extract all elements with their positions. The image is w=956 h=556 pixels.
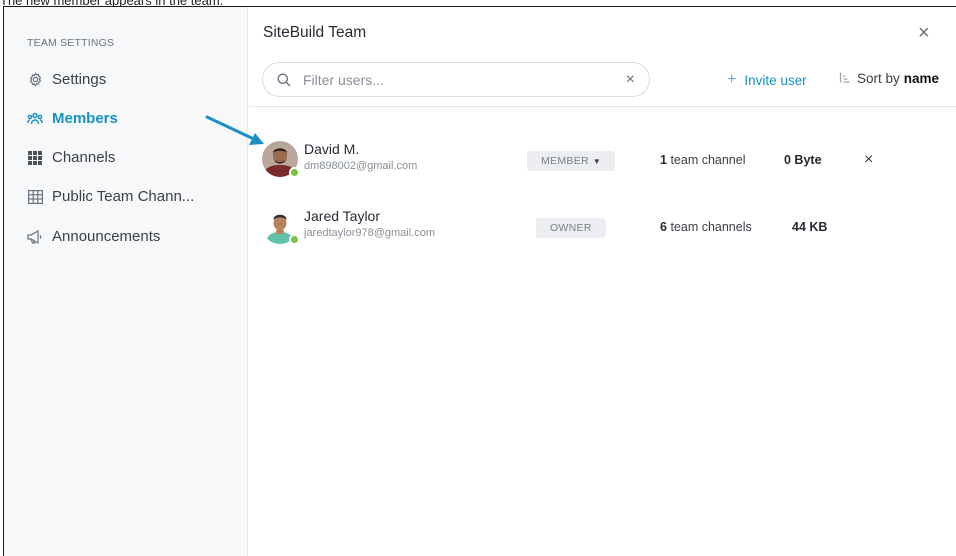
header-divider [249, 106, 956, 107]
sidebar-item-label: Settings [52, 71, 107, 88]
channel-count: 6 [660, 220, 667, 234]
gear-icon [27, 72, 43, 88]
member-channels: 1 team channel [660, 153, 746, 167]
filter-users-input[interactable] [303, 71, 603, 88]
sidebar-item-label: Public Team Chann... [52, 188, 195, 205]
sidebar: TEAM SETTINGS Settings Members Channels … [4, 7, 248, 556]
member-email: dm898002@gmail.com [304, 160, 418, 172]
online-status-icon [289, 167, 300, 178]
sidebar-item-public-team-channels[interactable]: Public Team Chann... [27, 188, 194, 205]
channel-label: team channel [670, 153, 746, 167]
plus-icon: + [727, 71, 737, 88]
remove-member-icon[interactable]: × [864, 151, 873, 169]
sort-field: name [903, 71, 940, 86]
caret-down-icon: ▼ [592, 156, 602, 166]
sidebar-item-label: Announcements [52, 228, 161, 245]
member-email: jaredtaylor978@gmail.com [304, 227, 436, 239]
sidebar-item-label: Members [52, 110, 118, 127]
search-icon [277, 73, 291, 86]
annotation-arrow-icon [205, 115, 264, 145]
member-channels: 6 team channels [660, 220, 752, 234]
clear-filter-icon[interactable]: × [626, 71, 635, 89]
invite-user-label: Invite user [744, 72, 807, 88]
close-icon[interactable]: × [918, 23, 930, 43]
member-row: Jared Taylor jaredtaylor978@gmail.com OW… [249, 208, 956, 252]
role-label: OWNER [550, 222, 592, 234]
avatar[interactable] [262, 208, 300, 245]
grid-icon [27, 150, 43, 166]
sort-prefix: Sort by [857, 71, 900, 86]
member-storage: 44 KB [792, 220, 828, 234]
role-badge: OWNER [536, 218, 606, 238]
page-title: SiteBuild Team [263, 24, 367, 41]
member-row: David M. dm898002@gmail.com MEMBER ▼ 1 t… [249, 141, 956, 185]
sort-icon [839, 72, 850, 86]
role-dropdown[interactable]: MEMBER ▼ [527, 151, 616, 171]
members-icon [27, 111, 43, 127]
invite-user-button[interactable]: + Invite user [727, 71, 807, 89]
sidebar-item-channels[interactable]: Channels [27, 149, 115, 166]
online-status-icon [289, 234, 300, 245]
sidebar-item-members[interactable]: Members [27, 110, 118, 127]
member-storage: 0 Byte [784, 153, 822, 167]
sidebar-item-label: Channels [52, 149, 116, 166]
sort-by-button[interactable]: Sort by name [839, 71, 939, 86]
filter-users-field: × [262, 62, 650, 97]
sidebar-heading: TEAM SETTINGS [27, 37, 115, 49]
megaphone-icon [27, 229, 43, 245]
sidebar-item-announcements[interactable]: Announcements [27, 228, 160, 245]
role-label: MEMBER [541, 155, 589, 167]
member-name: Jared Taylor [304, 208, 381, 224]
member-name: David M. [304, 141, 360, 157]
sidebar-item-settings[interactable]: Settings [27, 71, 106, 88]
main-panel: SiteBuild Team × × + Invite user Sort by… [249, 7, 956, 556]
table-icon [27, 189, 43, 205]
channel-count: 1 [660, 153, 667, 167]
channel-label: team channels [670, 220, 752, 234]
